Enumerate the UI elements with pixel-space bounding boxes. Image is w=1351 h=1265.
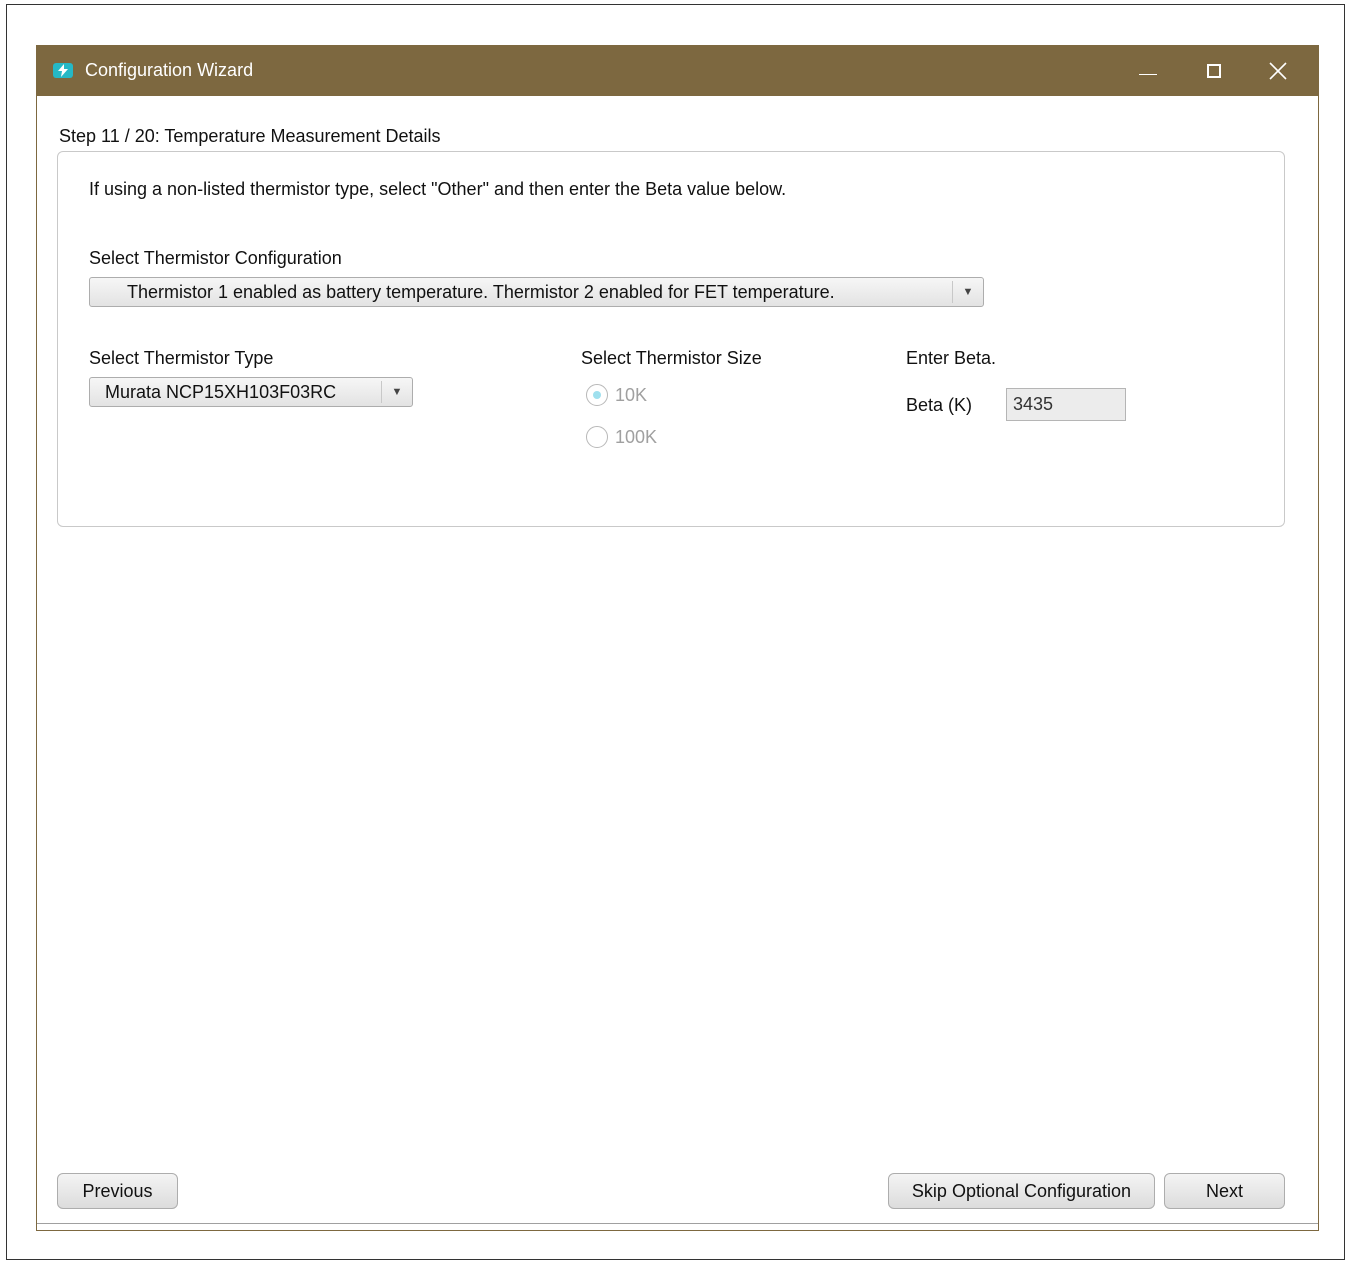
instructions-text: If using a non-listed thermistor type, s… xyxy=(89,179,787,199)
close-icon xyxy=(1269,62,1287,80)
thermistor-config-dropdown[interactable]: Thermistor 1 enabled as battery temperat… xyxy=(89,277,984,307)
bottom-divider xyxy=(37,1223,1318,1224)
window-title: Configuration Wizard xyxy=(85,60,254,80)
maximize-icon xyxy=(1207,64,1221,78)
radio-10k[interactable] xyxy=(586,384,608,406)
size-option-10k[interactable]: 10K xyxy=(586,384,647,406)
configuration-wizard-window: Configuration Wizard Step 11 / 20: Tempe… xyxy=(36,45,1319,1231)
next-button[interactable]: Next xyxy=(1164,1173,1285,1209)
beta-k-label: Beta (K) xyxy=(906,395,973,415)
size-option-label: 10K xyxy=(615,384,648,405)
thermistor-type-label: Select Thermistor Type xyxy=(89,348,274,368)
thermistor-type-dropdown[interactable]: Murata NCP15XH103F03RC ▼ xyxy=(89,377,413,407)
title-bar[interactable]: Configuration Wizard xyxy=(37,46,1318,96)
beta-input[interactable] xyxy=(1006,388,1126,421)
enter-beta-label: Enter Beta. xyxy=(906,348,997,368)
thermistor-config-value: Thermistor 1 enabled as battery temperat… xyxy=(127,282,835,302)
radio-100k[interactable] xyxy=(586,426,608,448)
thermistor-type-value: Murata NCP15XH103F03RC xyxy=(105,382,337,402)
size-option-label: 100K xyxy=(615,426,658,447)
step-title: Step 11 / 20: Temperature Measurement De… xyxy=(59,126,441,146)
maximize-button[interactable] xyxy=(1182,46,1246,96)
thermistor-size-label: Select Thermistor Size xyxy=(581,348,762,368)
skip-optional-configuration-button[interactable]: Skip Optional Configuration xyxy=(888,1173,1155,1209)
close-button[interactable] xyxy=(1246,46,1310,96)
thermistor-settings-panel: If using a non-listed thermistor type, s… xyxy=(57,151,1285,527)
previous-button[interactable]: Previous xyxy=(57,1173,178,1209)
app-lightning-icon xyxy=(53,63,73,78)
minimize-button[interactable] xyxy=(1116,46,1180,96)
chevron-down-icon: ▼ xyxy=(381,381,412,403)
chevron-down-icon: ▼ xyxy=(952,281,983,303)
size-option-100k[interactable]: 100K xyxy=(586,426,657,448)
minimize-icon xyxy=(1139,73,1157,75)
thermistor-config-label: Select Thermistor Configuration xyxy=(89,248,342,268)
